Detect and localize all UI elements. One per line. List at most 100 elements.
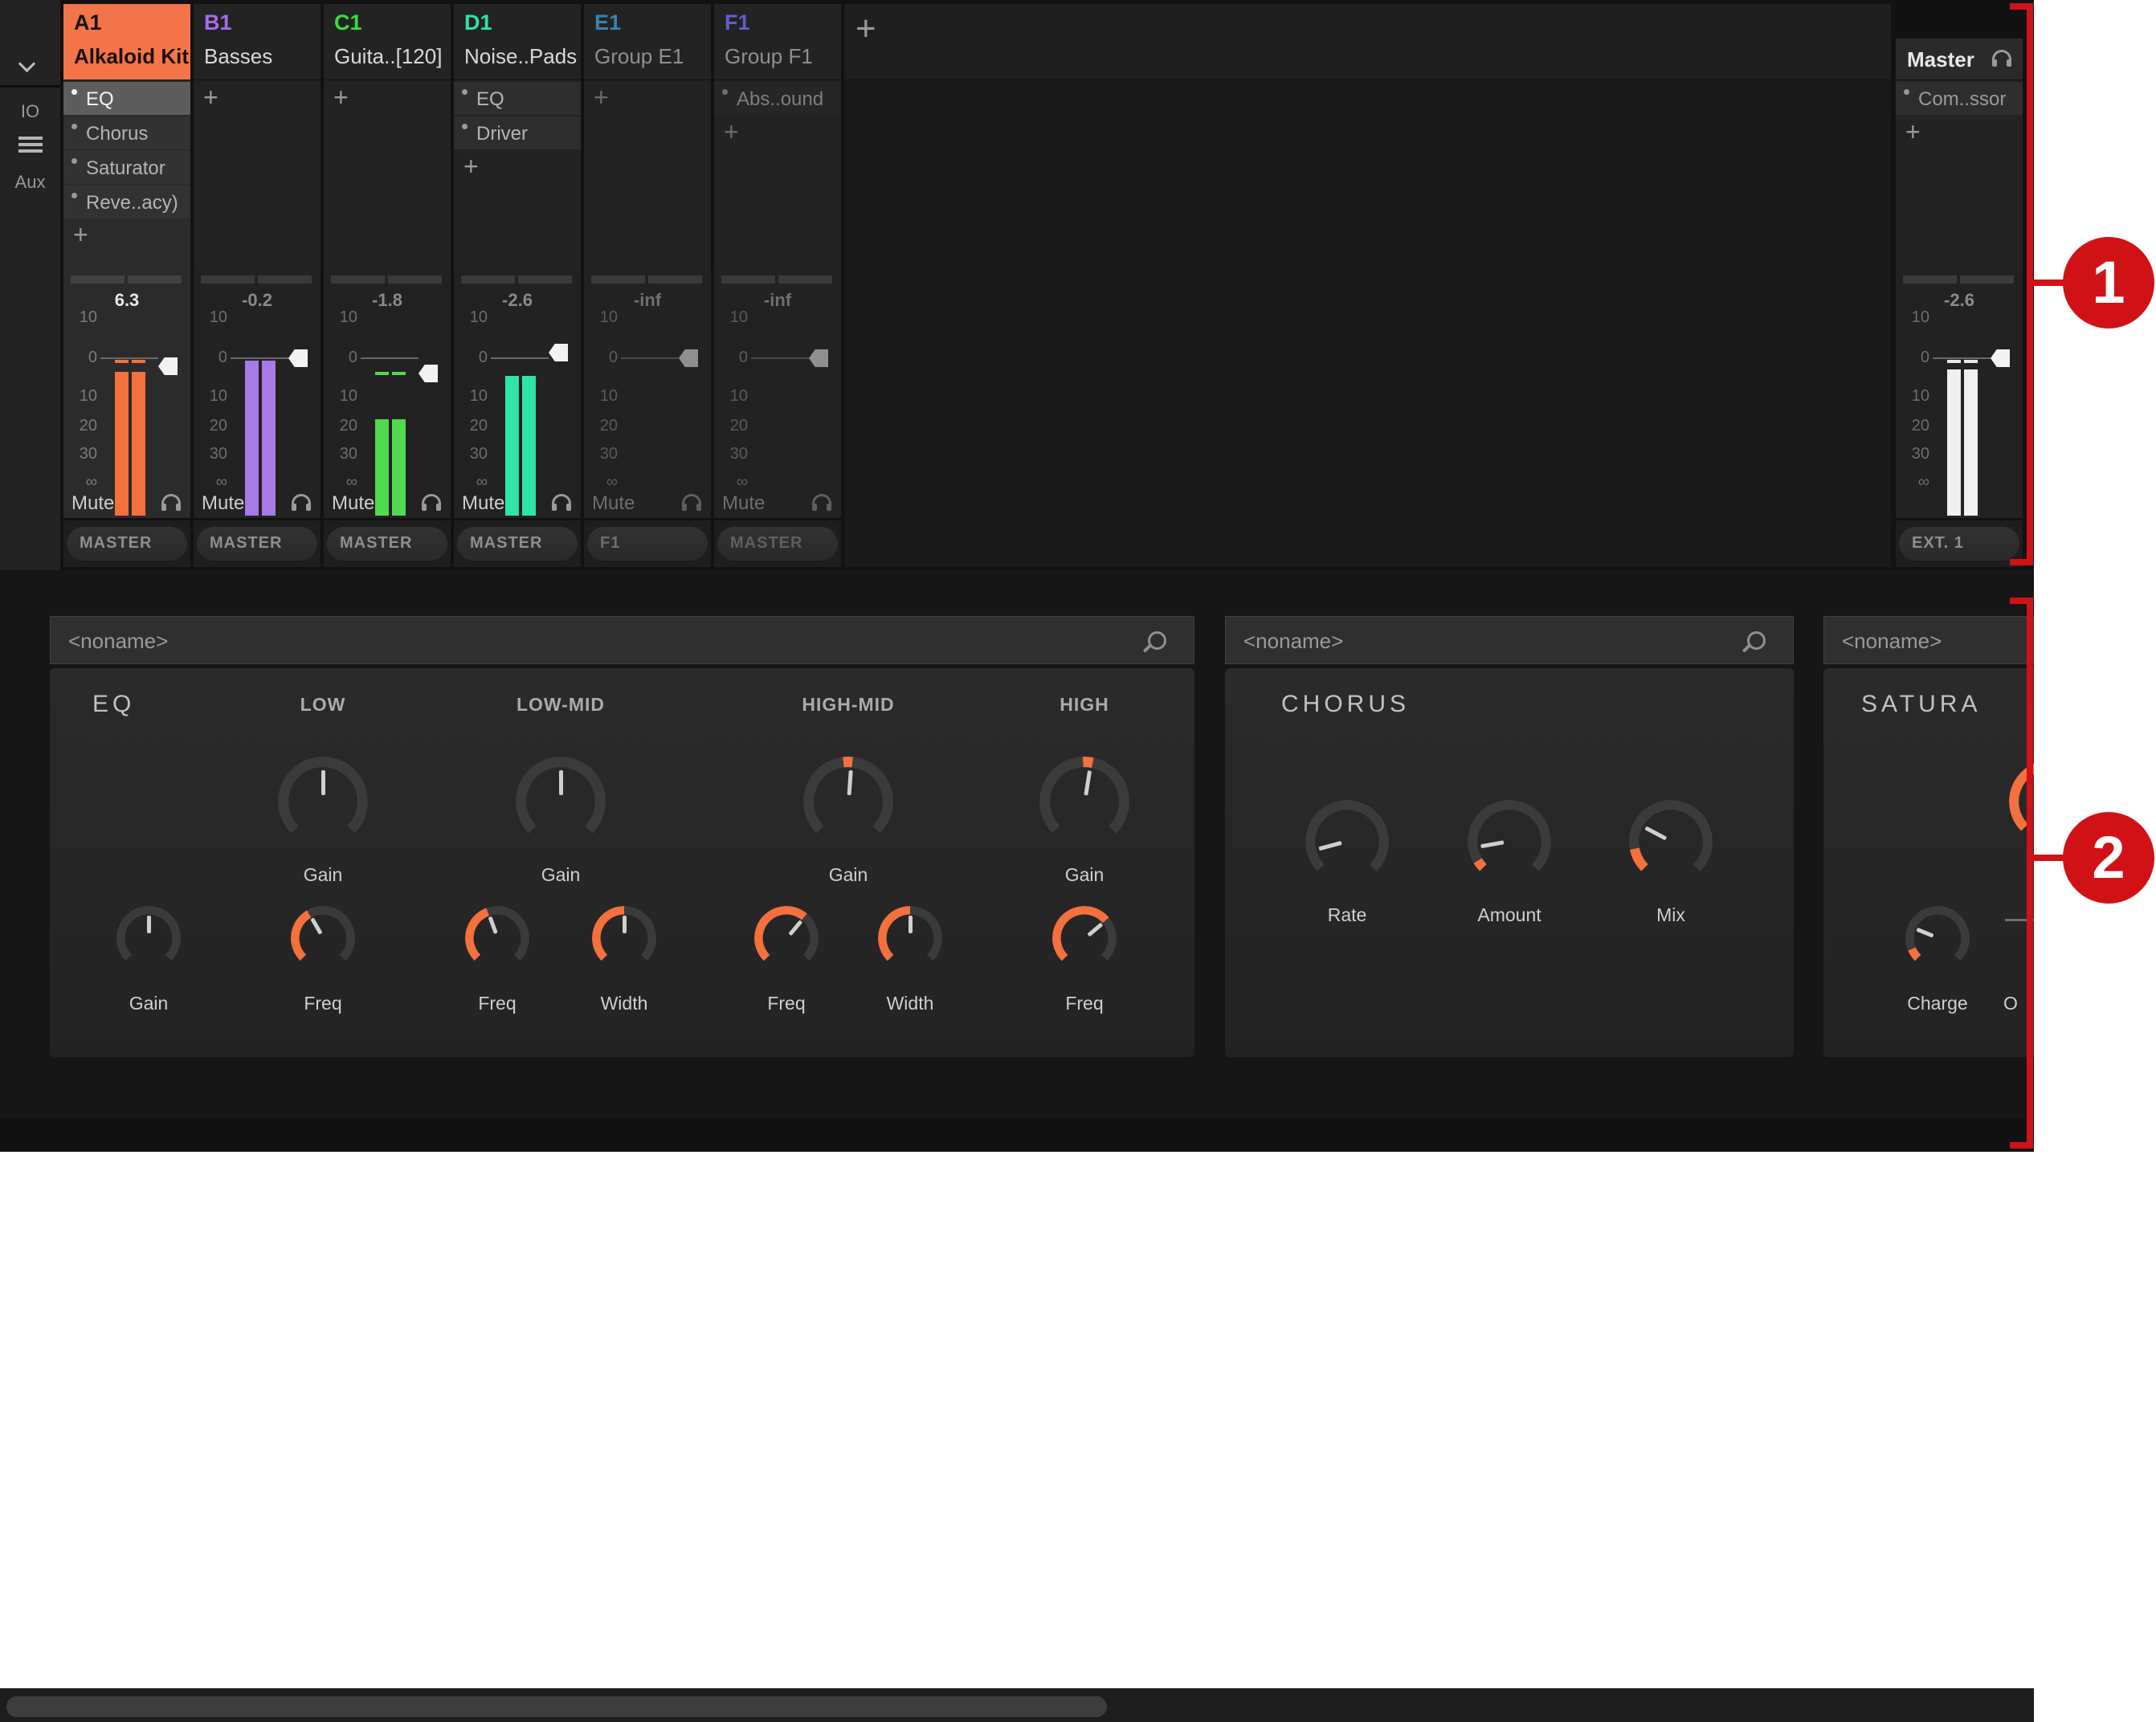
search-icon[interactable]: [1747, 631, 1766, 650]
knob-high-gain[interactable]: [1039, 757, 1129, 847]
routing-button[interactable]: MASTER: [457, 527, 578, 561]
add-plugin-button[interactable]: +: [73, 222, 88, 247]
headphones-icon[interactable]: [1992, 50, 2011, 67]
add-plugin-button[interactable]: +: [333, 84, 349, 110]
channel-header-b1[interactable]: B1 Basses: [194, 4, 321, 80]
pan-slider[interactable]: [518, 275, 572, 284]
mute-button[interactable]: Mute: [202, 492, 244, 515]
volume-fader-handle[interactable]: [679, 349, 698, 367]
knob-label: Freq: [1004, 993, 1165, 1014]
knob-lowmid-gain[interactable]: [516, 757, 606, 847]
channel-header-c1[interactable]: C1 Guita..[120]: [324, 4, 451, 80]
pan-slider[interactable]: [648, 275, 702, 284]
preset-name-bar-chorus[interactable]: <noname>: [1225, 616, 1794, 664]
knob-high-freq[interactable]: [1052, 906, 1117, 970]
knob-amount[interactable]: [1468, 800, 1551, 883]
horizontal-scrollbar-track[interactable]: [0, 1688, 2034, 1722]
scale-tick: 10: [324, 387, 357, 405]
plugin-slot-driver[interactable]: Driver: [454, 116, 581, 149]
plugin-slot-compressor[interactable]: Com..ssor: [1896, 82, 2023, 115]
channel-header-a1[interactable]: A1 Alkaloid Kit: [63, 4, 190, 80]
plugin-slot-abs[interactable]: Abs..ound: [714, 82, 841, 115]
add-plugin-button[interactable]: +: [594, 84, 609, 110]
knob-lowmid-freq[interactable]: [465, 906, 529, 970]
channel-header-d1[interactable]: D1 Noise..Pads: [454, 4, 581, 80]
sidebar-io-button[interactable]: IO: [0, 101, 60, 122]
pan-slider[interactable]: [128, 275, 182, 284]
routing-button[interactable]: MASTER: [67, 527, 187, 561]
pan-slider[interactable]: [721, 275, 775, 284]
pan-slider[interactable]: [331, 275, 385, 284]
headphones-icon[interactable]: [682, 494, 701, 511]
add-plugin-button[interactable]: +: [203, 84, 218, 110]
sidebar-aux-button[interactable]: Aux: [0, 172, 60, 193]
pan-slider[interactable]: [71, 275, 125, 284]
peak-indicator: [375, 372, 389, 375]
knob-rate[interactable]: [1305, 800, 1389, 883]
add-plugin-button[interactable]: +: [724, 119, 739, 145]
master-header[interactable]: Master: [1896, 39, 2023, 80]
zero-db-line: [100, 357, 158, 359]
pan-slider[interactable]: [1903, 275, 1957, 284]
chevron-down-icon[interactable]: [21, 58, 34, 71]
pan-slider[interactable]: [461, 275, 515, 284]
channel-header-e1[interactable]: E1 Group E1: [584, 4, 711, 80]
mute-button[interactable]: Mute: [332, 492, 374, 515]
volume-fader-handle[interactable]: [419, 365, 438, 382]
channel-name: Noise..Pads: [464, 44, 577, 69]
plugin-slot-eq[interactable]: EQ: [454, 82, 581, 115]
plugin-slot-eq[interactable]: EQ: [63, 82, 190, 115]
volume-fader-handle[interactable]: [158, 357, 178, 375]
headphones-icon[interactable]: [812, 494, 831, 511]
volume-fader-handle[interactable]: [549, 344, 568, 361]
knob-highmid-width[interactable]: [878, 906, 942, 970]
mute-button[interactable]: Mute: [592, 492, 635, 515]
channel-header-f1[interactable]: F1 Group F1: [714, 4, 841, 80]
add-plugin-button[interactable]: +: [1905, 119, 1921, 145]
headphones-icon[interactable]: [292, 494, 311, 511]
preset-name-bar-saturator[interactable]: <noname>: [1823, 616, 2034, 664]
headphones-icon[interactable]: [552, 494, 571, 511]
plugin-slot-saturator[interactable]: Saturator: [63, 151, 190, 184]
knob-highmid-gain[interactable]: [803, 757, 893, 847]
knob-highmid-freq[interactable]: [754, 906, 819, 970]
volume-fader-handle[interactable]: [1991, 349, 2010, 367]
knob-low-gain[interactable]: [278, 757, 368, 847]
hamburger-icon[interactable]: [18, 137, 43, 140]
routing-button[interactable]: MASTER: [717, 527, 838, 561]
add-plugin-button[interactable]: +: [463, 153, 479, 179]
headphones-icon[interactable]: [161, 494, 181, 511]
routing-button[interactable]: EXT. 1: [1899, 527, 2019, 561]
routing-button[interactable]: MASTER: [197, 527, 317, 561]
zero-db-line: [491, 357, 549, 359]
horizontal-scrollbar-thumb[interactable]: [6, 1696, 1107, 1717]
knob-output-gain[interactable]: [116, 906, 181, 970]
plugin-slot-reverb[interactable]: Reve..acy): [63, 186, 190, 218]
knob-pointer: [278, 757, 368, 847]
pan-slider[interactable]: [388, 275, 442, 284]
pan-slider[interactable]: [778, 275, 832, 284]
routing-button[interactable]: F1: [587, 527, 708, 561]
preset-name-bar-eq[interactable]: <noname>: [50, 616, 1194, 664]
knob-low-freq[interactable]: [291, 906, 355, 970]
mute-button[interactable]: Mute: [722, 492, 765, 515]
pan-slider[interactable]: [258, 275, 312, 284]
routing-button[interactable]: MASTER: [327, 527, 447, 561]
knob-lowmid-width[interactable]: [592, 906, 656, 970]
mute-button[interactable]: Mute: [71, 492, 114, 515]
volume-fader-handle[interactable]: [288, 349, 308, 367]
add-group-button[interactable]: +: [855, 9, 876, 49]
volume-fader-handle[interactable]: [809, 349, 828, 367]
scale-tick: 30: [63, 445, 97, 463]
mute-button[interactable]: Mute: [462, 492, 504, 515]
knob-mix[interactable]: [1629, 800, 1713, 883]
pan-slider[interactable]: [1960, 275, 2014, 284]
knob-saturator-top[interactable]: [2009, 760, 2034, 843]
knob-charge[interactable]: [1905, 906, 1970, 970]
search-icon[interactable]: [1148, 631, 1166, 650]
sidebar-divider: [0, 85, 60, 88]
plugin-slot-chorus[interactable]: Chorus: [63, 116, 190, 149]
pan-slider[interactable]: [591, 275, 645, 284]
headphones-icon[interactable]: [422, 494, 441, 511]
pan-slider[interactable]: [201, 275, 255, 284]
